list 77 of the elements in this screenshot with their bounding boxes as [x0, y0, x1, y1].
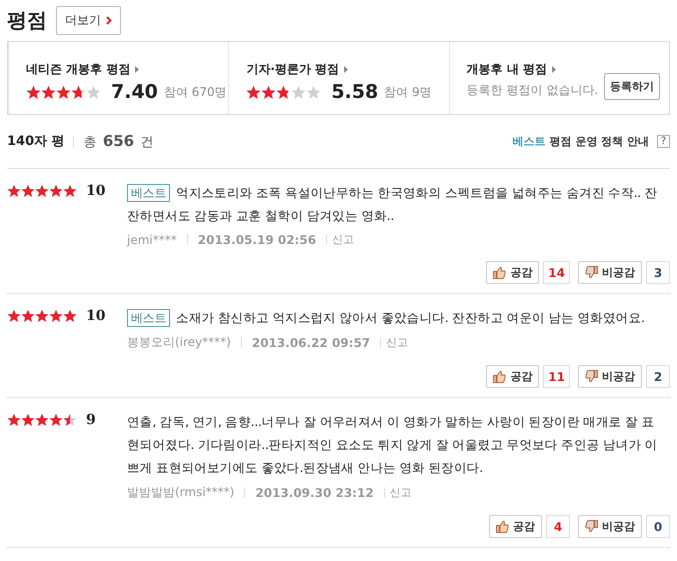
review-score: 9	[86, 412, 96, 428]
thumbs-down-icon	[585, 266, 598, 279]
star-icon	[7, 184, 21, 198]
chevron-right-icon	[106, 16, 112, 24]
dislike-button[interactable]: 비공감	[578, 515, 642, 538]
thumbs-up-icon	[496, 520, 509, 533]
review-date: 2013.06.22 09:57	[252, 336, 370, 350]
review-text: 연출, 감독, 연기, 음향...너무나 잘 어우러져서 이 영화가 말하는 사랑이 된장이란 매개로 잘 표현되어졌다. 기다림이라..판타지적인 요소도 튀지 않게 잘 어울렸고 무엇보다 주인공 남녀가 이쁘게 표현되어보기에도 좋았다.된장냄새 안나는 영화 된장이다.	[127, 413, 658, 477]
star-icon	[49, 309, 63, 323]
user-name: 발밤발밤(rmsi****)	[127, 484, 234, 501]
participant-count: 참여 670명	[164, 84, 227, 100]
star-icon	[276, 84, 292, 100]
rating-title[interactable]: 네티즌 개봉후 평점	[26, 61, 130, 78]
star-icon	[7, 413, 21, 427]
rating-score: 5.58	[331, 81, 378, 103]
thumbs-down-icon	[585, 520, 598, 533]
star-icon	[21, 413, 35, 427]
like-button[interactable]: 공감	[489, 515, 542, 538]
star-icon	[7, 309, 21, 323]
section-title: 평점	[7, 6, 47, 34]
star-icon	[306, 84, 322, 100]
dislike-count: 0	[646, 515, 670, 538]
star-icon	[35, 413, 49, 427]
rating-title[interactable]: 개봉후 내 평점	[466, 61, 548, 78]
empty-message: 등록한 평점이 없습니다.	[466, 82, 598, 99]
star-icon	[35, 184, 49, 198]
thumbs-up-icon	[493, 370, 506, 383]
star-icon	[246, 84, 262, 100]
like-button[interactable]: 공감	[486, 261, 540, 284]
caret-right-icon	[552, 66, 556, 73]
star-icon	[21, 309, 35, 323]
best-label: 베스트	[512, 134, 546, 149]
list-label: 140자 평	[7, 136, 74, 148]
review-date: 2013.09.30 23:12	[255, 486, 374, 500]
policy-link[interactable]: 평점 운영 정책 안내	[550, 134, 649, 149]
total-count: 총 656 건	[84, 132, 154, 151]
user-name: 봉봉오리(irey****)	[127, 334, 231, 351]
review-date: 2013.05.19 02:56	[198, 232, 316, 246]
caret-right-icon	[135, 66, 140, 73]
star-icon	[35, 309, 49, 323]
star-icon	[63, 413, 77, 427]
dislike-button[interactable]: 비공감	[578, 365, 642, 388]
best-badge: 베스트	[127, 309, 170, 327]
like-count: 14	[543, 261, 570, 284]
review-score: 10	[86, 183, 106, 199]
star-icon	[49, 413, 63, 427]
rating-score: 7.40	[111, 81, 158, 103]
star-icon	[291, 84, 306, 100]
user-name: jemi****	[127, 232, 177, 246]
like-count: 4	[546, 515, 570, 538]
star-icon	[63, 184, 77, 198]
rating-title[interactable]: 기자·평론가 평점	[246, 61, 340, 78]
star-icon	[21, 184, 35, 198]
like-button[interactable]: 공감	[486, 365, 540, 388]
thumbs-down-icon	[585, 370, 598, 383]
register-button[interactable]: 등록하기	[604, 73, 660, 100]
star-icon	[26, 84, 41, 100]
star-icon	[49, 184, 63, 198]
best-badge: 베스트	[127, 184, 170, 202]
more-button[interactable]: 더보기	[56, 6, 121, 34]
thumbs-up-icon	[493, 266, 506, 279]
star-icon	[261, 84, 276, 100]
star-icon	[86, 84, 101, 100]
star-icon	[63, 309, 77, 323]
star-icon	[41, 84, 56, 100]
dislike-count: 2	[646, 365, 670, 388]
review-score: 10	[86, 308, 106, 324]
review-text: 베스트 억지스토리와 조폭 욕설이난무하는 한국영화의 스펙트럼을 넓혀주는 숨겨진 수작.. 잔잔하면서도 감동과 교훈 철학이 담겨있는 영화..	[127, 183, 658, 225]
like-count: 11	[543, 365, 570, 388]
review-text: 베스트 소재가 참신하고 억지스럽지 않아서 좋았습니다. 잔잔하고 여운이 남는 영화였어요.	[127, 306, 670, 329]
caret-right-icon	[344, 66, 348, 73]
participant-count: 참여 9명	[384, 84, 432, 100]
dislike-count: 3	[646, 261, 670, 284]
help-button[interactable]: ?	[657, 135, 670, 148]
star-icon	[71, 84, 86, 100]
star-icon	[56, 84, 71, 100]
dislike-button[interactable]: 비공감	[578, 261, 642, 284]
